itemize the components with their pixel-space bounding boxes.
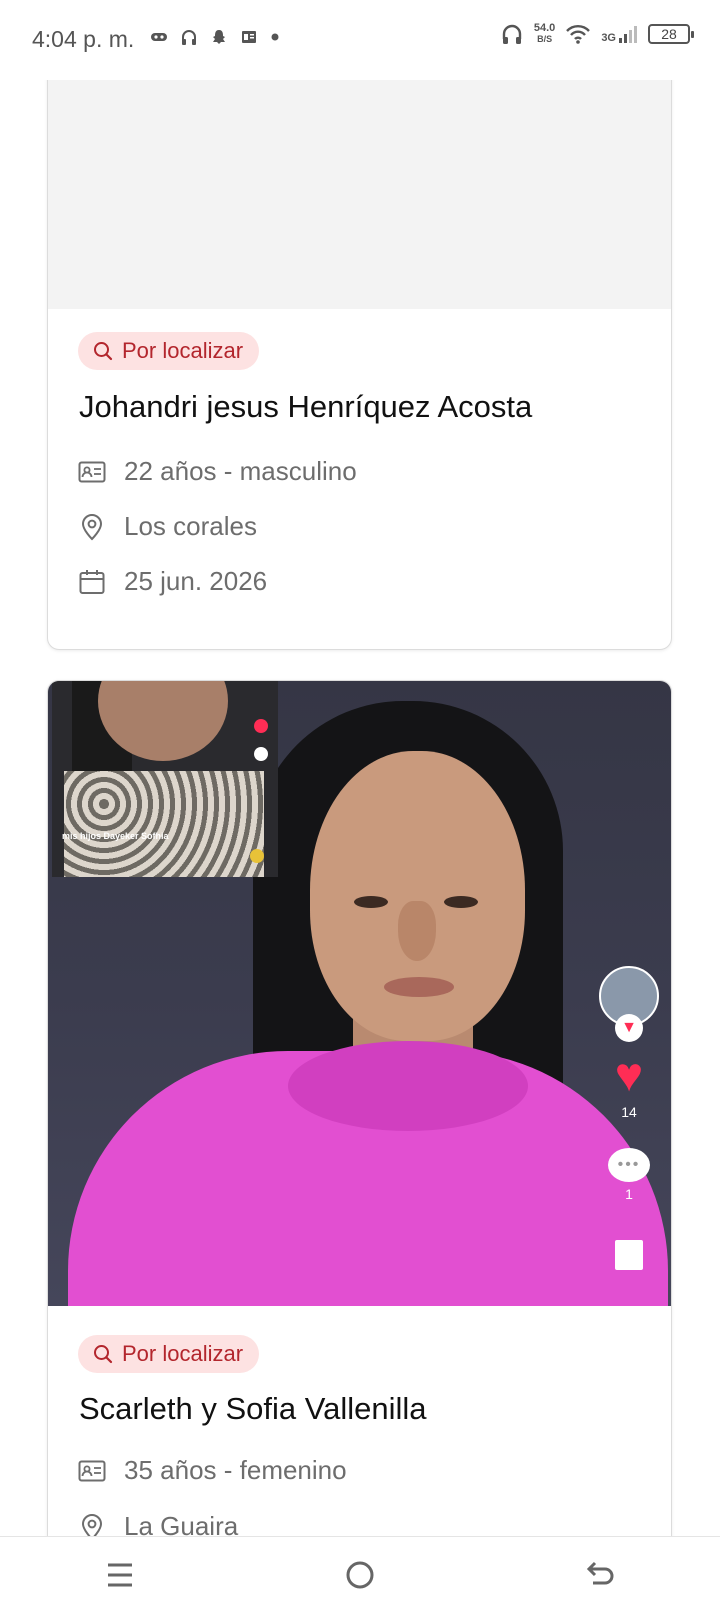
system-nav-bar <box>0 1536 720 1613</box>
person-name: Scarleth y Sofia Vallenilla <box>79 1391 427 1426</box>
search-icon <box>94 1345 113 1364</box>
status-badge-label: Por localizar <box>122 338 244 363</box>
video-thumbnail-inset: mis hijos Dayeker Sofhia <box>52 681 278 877</box>
like-count: 14 <box>621 1104 637 1120</box>
location-text: Los corales <box>124 511 257 541</box>
map-pin-icon <box>81 513 103 540</box>
follow-icon: ▼ <box>615 1014 643 1042</box>
notification-icons <box>150 28 280 46</box>
date-text: 25 jun. 2026 <box>124 566 268 596</box>
headphones-icon <box>182 30 196 45</box>
heart-icon: ♥ <box>614 1049 644 1102</box>
person-photo-placeholder <box>48 41 671 309</box>
comment-icon <box>254 747 268 761</box>
id-card-icon <box>78 461 106 482</box>
status-badge: Por localizar <box>78 1335 260 1373</box>
back-icon <box>586 1561 614 1585</box>
gamepad-icon <box>151 33 167 41</box>
net-speed: 54.0 B/S <box>533 22 556 45</box>
date-row: 25 jun. 2026 <box>78 566 267 597</box>
calendar-icon <box>79 569 105 594</box>
id-card-icon <box>78 1460 106 1481</box>
more-dot-icon <box>271 33 279 41</box>
age-gender-row: 35 años - femenino <box>78 1455 347 1486</box>
headset-icon <box>502 24 522 44</box>
results-list[interactable]: Por localizar Johandri jesus Henríquez A… <box>0 0 720 1536</box>
map-pin-icon <box>81 1513 103 1536</box>
music-disc-icon <box>250 849 264 863</box>
video-side-actions: ▼ ♥ 14 ••• 1 <box>599 966 659 1270</box>
person-card[interactable]: mis hijos Dayeker Sofhia ▼ ♥ 14 ••• 1 Po… <box>47 680 672 1536</box>
age-gender-text: 22 años - masculino <box>124 456 357 486</box>
comment-count: 1 <box>625 1186 633 1202</box>
status-bar: 4:04 p. m. 54.0 B/S 3G 28 <box>0 0 720 80</box>
snapchat-icon <box>213 30 225 44</box>
location-row: La Guaira <box>78 1511 238 1536</box>
heart-icon <box>254 719 268 733</box>
recent-apps-button[interactable] <box>90 1545 150 1605</box>
wifi-icon <box>566 25 591 44</box>
bookmark-icon <box>615 1240 643 1270</box>
age-gender-text: 35 años - femenino <box>124 1455 347 1485</box>
home-circle-icon <box>346 1561 374 1589</box>
status-time: 4:04 p. m. <box>32 26 135 52</box>
status-badge: Por localizar <box>78 332 260 370</box>
signal-icon <box>619 26 637 43</box>
battery-icon: 28 <box>648 24 694 44</box>
location-text: La Guaira <box>124 1511 239 1536</box>
news-icon <box>242 31 256 43</box>
search-icon <box>94 342 113 361</box>
person-card[interactable]: Por localizar Johandri jesus Henríquez A… <box>47 40 672 650</box>
menu-icon <box>108 1563 132 1587</box>
back-button[interactable] <box>570 1545 630 1605</box>
system-indicators: 54.0 B/S 3G 28 <box>500 22 694 46</box>
home-button[interactable] <box>330 1545 390 1605</box>
pip-caption: mis hijos Dayeker Sofhia <box>62 831 169 841</box>
signal-indicator: 3G <box>601 24 638 44</box>
person-photo: mis hijos Dayeker Sofhia ▼ ♥ 14 ••• 1 <box>48 681 671 1306</box>
status-badge-label: Por localizar <box>122 1341 244 1366</box>
person-name: Johandri jesus Henríquez Acosta <box>79 389 533 424</box>
comment-icon: ••• <box>608 1148 650 1182</box>
age-gender-row: 22 años - masculino <box>78 456 357 487</box>
location-row: Los corales <box>78 511 257 542</box>
